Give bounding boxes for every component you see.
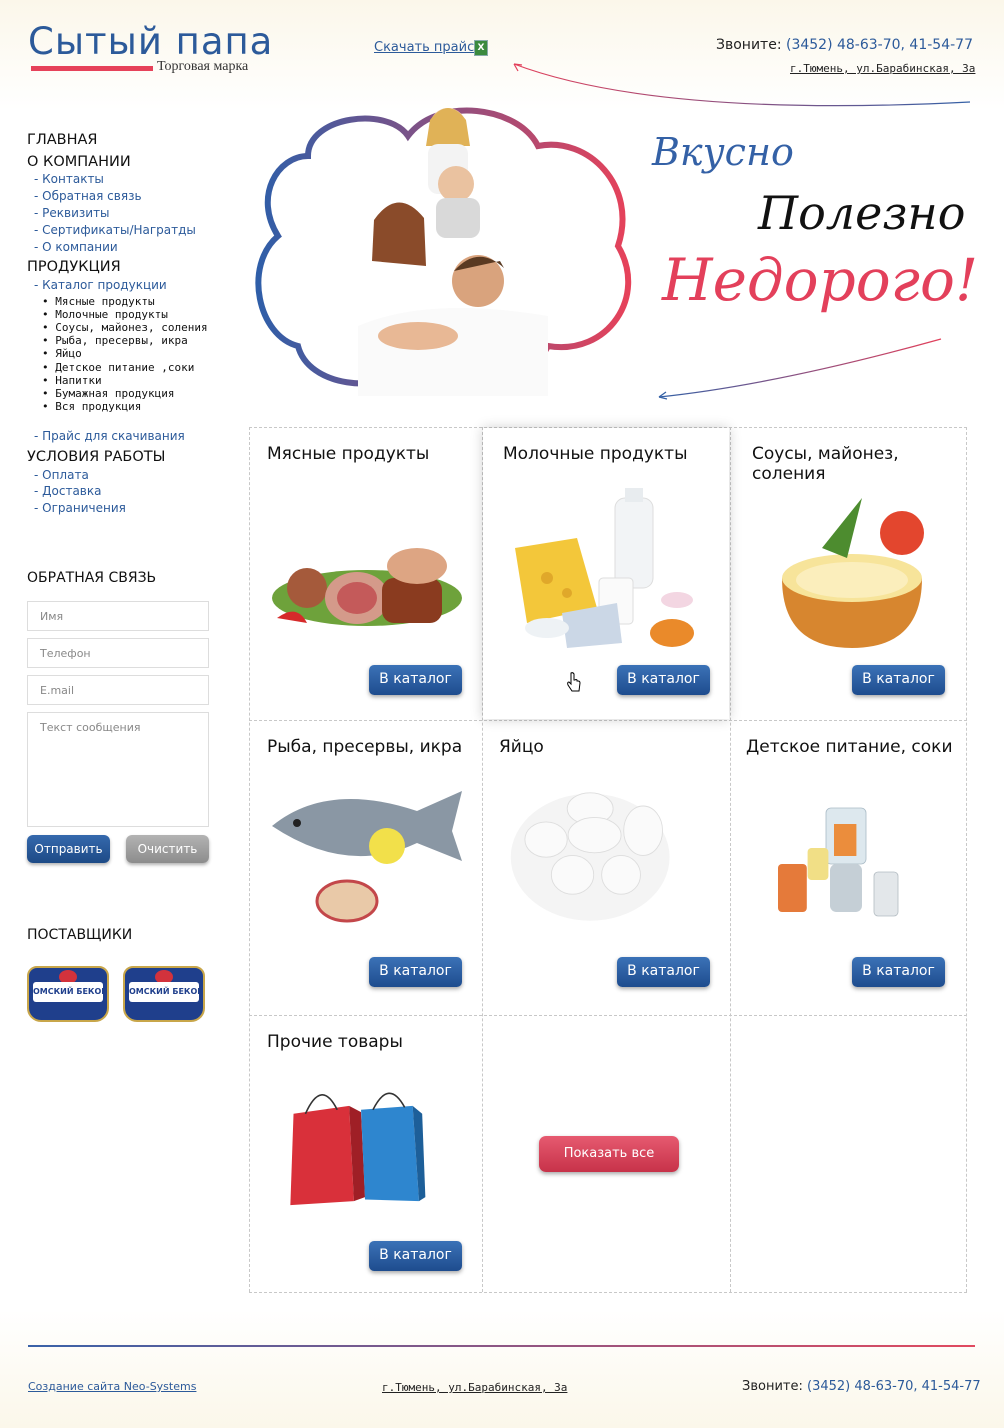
nav-company[interactable]: О КОМПАНИИ bbox=[27, 154, 131, 170]
supplier-logo-text: ОМСКИЙ БЕКОН bbox=[129, 982, 199, 1002]
suppliers-title: ПОСТАВЩИКИ bbox=[27, 927, 133, 943]
to-catalog-button[interactable]: В каталог bbox=[852, 665, 945, 695]
product-title: Рыба, пресервы, икра bbox=[267, 737, 463, 757]
logo-name: Сытый папа bbox=[28, 20, 274, 63]
header-phone-numbers: (3452) 48-63-70, 41-54-77 bbox=[785, 37, 973, 53]
logo[interactable]: Сытый папа Торговая марка bbox=[28, 20, 272, 82]
product-title: Яйцо bbox=[499, 737, 544, 757]
nav-cat-eggs[interactable]: • Яйцо bbox=[42, 347, 82, 360]
feedback-title: ОБРАТНАЯ СВЯЗЬ bbox=[27, 570, 157, 586]
message-textarea[interactable]: Текст сообщения bbox=[27, 712, 209, 827]
footer-phone: Звоните: (3452) 48-63-70, 41-54-77 bbox=[742, 1379, 981, 1394]
slogan-healthy: Полезно bbox=[758, 186, 966, 240]
to-catalog-button[interactable]: В каталог bbox=[369, 957, 462, 987]
nav-cat-sauces[interactable]: • Соусы, майонез, соления bbox=[42, 321, 208, 334]
nav-cat-fish[interactable]: • Рыба, пресервы, икра bbox=[42, 334, 188, 347]
footer-phone-label: Звоните: bbox=[742, 1379, 803, 1394]
supplier-logo-text: ОМСКИЙ БЕКОН bbox=[33, 982, 103, 1002]
nav-cat-meat[interactable]: • Мясные продукты bbox=[42, 295, 155, 308]
nav-terms-restrictions[interactable]: - Ограничения bbox=[34, 501, 126, 515]
show-all-button[interactable]: Показать все bbox=[539, 1136, 679, 1172]
footer-phone-numbers: (3452) 48-63-70, 41-54-77 bbox=[807, 1379, 981, 1394]
hand-cursor-icon bbox=[567, 672, 581, 692]
nav-products[interactable]: ПРОДУКЦИЯ bbox=[27, 259, 121, 275]
to-catalog-button[interactable]: В каталог bbox=[617, 665, 710, 695]
footer-divider bbox=[28, 1345, 975, 1347]
product-title: Прочие товары bbox=[267, 1032, 403, 1052]
baby-food-image bbox=[778, 807, 899, 917]
slogan-tasty: Вкусно bbox=[652, 130, 794, 174]
download-price-link[interactable]: Скачать прайс bbox=[374, 40, 474, 55]
nav-cat-dairy[interactable]: • Молочные продукты bbox=[42, 308, 168, 321]
nav-main[interactable]: ГЛАВНАЯ bbox=[27, 132, 98, 148]
nav-company-feedback[interactable]: - Обратная связь bbox=[34, 189, 142, 203]
product-card-eggs[interactable]: Яйцо В каталог bbox=[481, 721, 714, 1014]
product-card-other[interactable]: Прочие товары В каталог bbox=[249, 1016, 482, 1292]
nav-cat-baby[interactable]: • Детское питание ,соки bbox=[42, 361, 194, 374]
nav-cat-paper[interactable]: • Бумажная продукция bbox=[42, 387, 174, 400]
to-catalog-button[interactable]: В каталог bbox=[369, 1241, 462, 1271]
nav-terms-payment[interactable]: - Оплата bbox=[34, 468, 89, 482]
to-catalog-button[interactable]: В каталог bbox=[617, 957, 710, 987]
slogan-cheap: Недорого! bbox=[662, 246, 979, 314]
logo-underline bbox=[31, 66, 153, 71]
product-card-meat[interactable]: Мясные продукты В каталог bbox=[249, 428, 482, 720]
nav-company-contacts[interactable]: - Контакты bbox=[34, 172, 104, 186]
name-input[interactable]: Имя bbox=[27, 601, 209, 631]
fish-image bbox=[272, 791, 462, 923]
send-button[interactable]: Отправить bbox=[27, 835, 110, 863]
logo-subtitle: Торговая марка bbox=[157, 59, 249, 74]
product-card-fish[interactable]: Рыба, пресервы, икра В каталог bbox=[249, 721, 482, 1014]
email-input[interactable]: E.mail bbox=[27, 675, 209, 705]
clear-button[interactable]: Очистить bbox=[126, 835, 209, 863]
nav-company-requisites[interactable]: - Реквизиты bbox=[34, 206, 110, 220]
product-card-sauces[interactable]: Соусы, майонез, соления В каталог bbox=[734, 428, 967, 720]
nav-price-download[interactable]: - Прайс для скачивания bbox=[34, 429, 185, 443]
nav-terms[interactable]: УСЛОВИЯ РАБОТЫ bbox=[27, 449, 165, 465]
footer-developer-link[interactable]: Создание сайта Neo-Systems bbox=[28, 1380, 196, 1393]
product-title: Соусы, майонез, соления bbox=[752, 444, 899, 484]
footer-address-link[interactable]: г.Тюмень, ул.Барабинская, 3а bbox=[382, 1381, 567, 1394]
product-card-baby-food[interactable]: Детское питание, соки В каталог bbox=[728, 721, 961, 1014]
to-catalog-button[interactable]: В каталог bbox=[852, 957, 945, 987]
phone-input[interactable]: Телефон bbox=[27, 638, 209, 668]
header-phone-label: Звоните: bbox=[716, 37, 782, 53]
supplier-logo-omsk-bacon[interactable]: ОМСКИЙ БЕКОН bbox=[27, 966, 109, 1022]
family-cloud-image bbox=[255, 107, 632, 396]
hero-arrow bbox=[658, 338, 942, 400]
product-card-dairy[interactable]: Молочные продукты В каталог bbox=[485, 428, 718, 720]
meat-products-image bbox=[272, 548, 462, 626]
product-title: Мясные продукты bbox=[267, 444, 430, 464]
eggs-image bbox=[510, 792, 670, 921]
nav-cat-drinks[interactable]: • Напитки bbox=[42, 374, 102, 387]
header-phone: Звоните: (3452) 48-63-70, 41-54-77 bbox=[716, 37, 973, 53]
to-catalog-button[interactable]: В каталог bbox=[369, 665, 462, 695]
nav-terms-delivery[interactable]: - Доставка bbox=[34, 484, 101, 498]
supplier-logo-omsk-bacon[interactable]: ОМСКИЙ БЕКОН bbox=[123, 966, 205, 1022]
shopping-bags-image bbox=[290, 1092, 426, 1206]
nav-company-about[interactable]: - О компании bbox=[34, 240, 118, 254]
product-title: Детское питание, соки bbox=[746, 737, 953, 757]
nav-cat-all[interactable]: • Вся продукция bbox=[42, 400, 141, 413]
nav-catalog[interactable]: - Каталог продукции bbox=[34, 278, 167, 292]
excel-file-icon[interactable]: X bbox=[474, 40, 488, 56]
product-title: Молочные продукты bbox=[503, 444, 688, 464]
nav-company-certificates[interactable]: - Сертификаты/Награтды bbox=[34, 223, 196, 237]
sauce-bowl-image bbox=[782, 498, 924, 648]
dairy-products-image bbox=[515, 488, 694, 648]
